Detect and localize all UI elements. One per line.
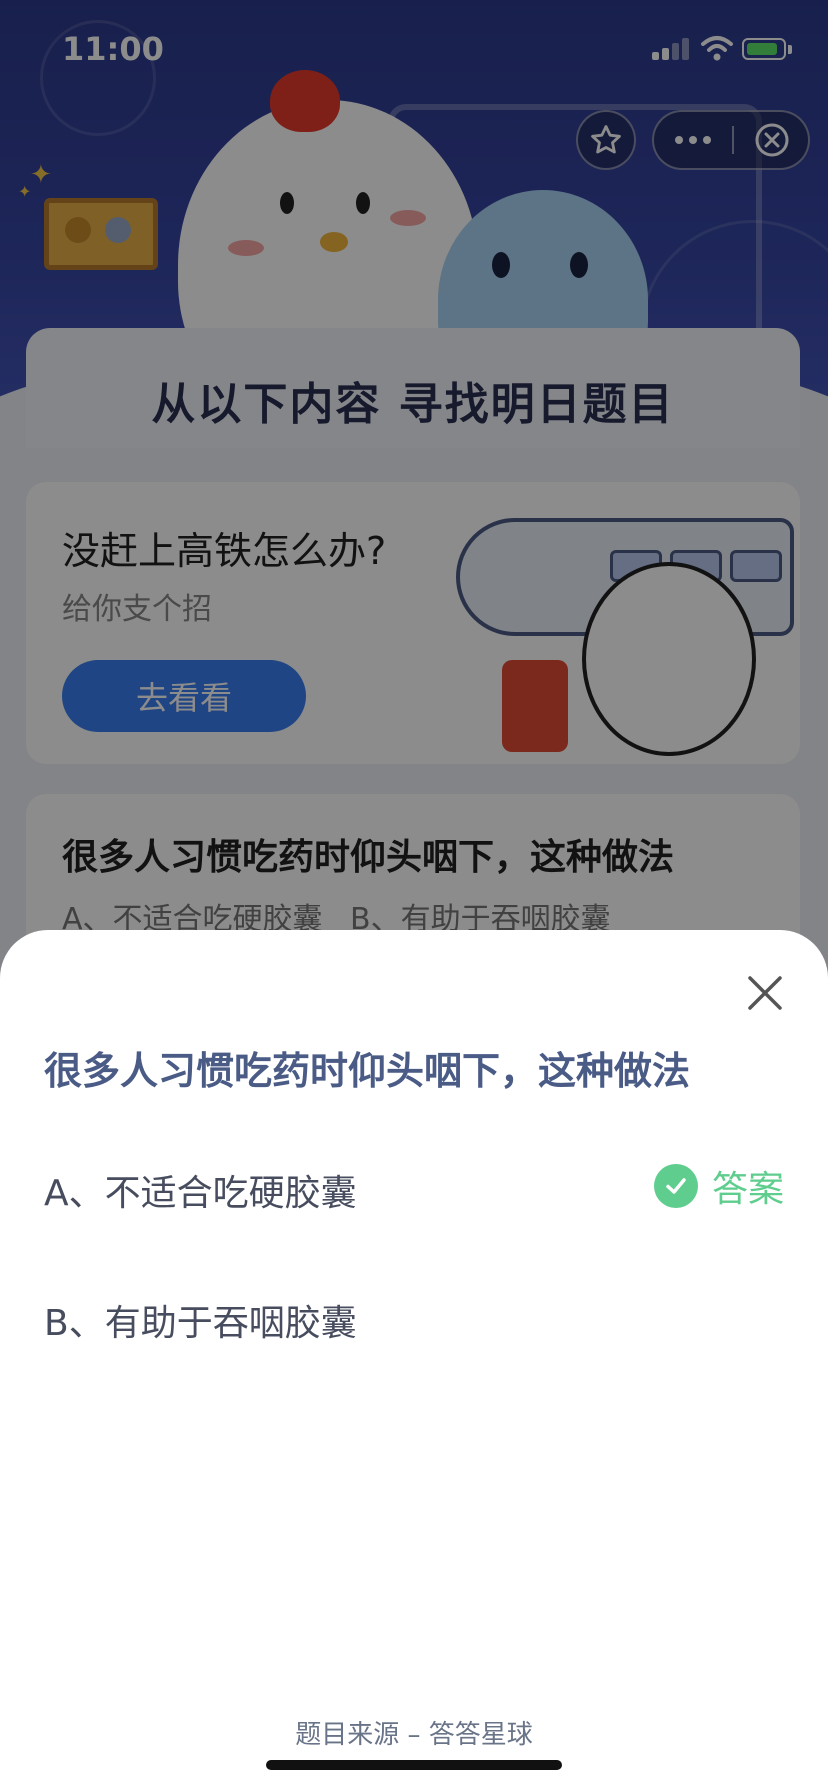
home-indicator[interactable] [266, 1760, 562, 1770]
answer-sheet: 很多人习惯吃药时仰头咽下，这种做法 A、不适合吃硬胶囊 答案 B、有助于吞咽胶囊 [0, 930, 828, 1792]
answer-label: 答案 [711, 1169, 784, 1210]
option-a-label: A、不适合吃硬胶囊 [44, 1173, 357, 1214]
page: ✦ ✦ 11:00 从以下内容 寻找明日题目 没赶上高铁怎么办? 给你支个招 去… [0, 0, 828, 1792]
check-icon [653, 1164, 698, 1208]
option-a[interactable]: A、不适合吃硬胶囊 答案 [44, 1156, 784, 1216]
question-source: 题目来源 – 答答星球 [295, 1720, 533, 1750]
option-b-label: B、有助于吞咽胶囊 [44, 1303, 357, 1344]
close-icon[interactable] [740, 968, 790, 1018]
answer-tag: 答案 [653, 1156, 784, 1216]
sheet-question: 很多人习惯吃药时仰头咽下，这种做法 [44, 1049, 691, 1093]
option-b[interactable]: B、有助于吞咽胶囊 [44, 1286, 784, 1346]
